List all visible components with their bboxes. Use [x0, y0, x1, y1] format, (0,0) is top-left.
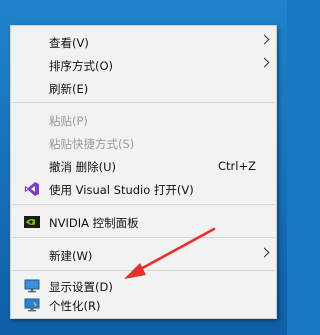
menu-item-paste: 粘贴(P)	[11, 109, 276, 131]
menu-item-label: 显示设置(D)	[49, 280, 113, 294]
menu-item-sort-by[interactable]: 排序方式(O)	[11, 54, 276, 76]
chevron-right-icon	[259, 34, 270, 45]
menu-item-label: NVIDIA 控制面板	[49, 216, 139, 230]
menu-item-shortcut: Ctrl+Z	[218, 159, 256, 173]
menu-item-label: 查看(V)	[49, 36, 89, 50]
display-settings-icon	[24, 279, 40, 293]
visual-studio-icon	[24, 182, 39, 196]
menu-item-undo-delete[interactable]: 撤消 删除(U) Ctrl+Z	[11, 155, 276, 177]
menu-item-refresh[interactable]: 刷新(E)	[11, 77, 276, 99]
chevron-right-icon	[259, 247, 270, 258]
menu-separator	[12, 204, 275, 205]
menu-item-label: 撤消 删除(U)	[49, 160, 117, 174]
menu-item-label: 使用 Visual Studio 打开(V)	[49, 183, 194, 197]
nvidia-icon	[24, 216, 40, 228]
menu-item-view[interactable]: 查看(V)	[11, 31, 276, 53]
menu-separator	[12, 237, 275, 238]
menu-item-label: 新建(W)	[49, 249, 93, 263]
menu-item-nvidia-control-panel[interactable]: NVIDIA 控制面板	[11, 211, 276, 233]
menu-item-personalize[interactable]: 个性化(R)	[11, 294, 276, 316]
chevron-right-icon	[259, 57, 270, 68]
menu-item-open-with-visual-studio[interactable]: 使用 Visual Studio 打开(V)	[11, 178, 276, 200]
menu-separator	[12, 102, 275, 103]
menu-item-label: 粘贴(P)	[49, 114, 88, 128]
menu-item-label: 个性化(R)	[49, 299, 101, 313]
menu-item-label: 粘贴快捷方式(S)	[49, 137, 135, 151]
menu-item-label: 刷新(E)	[49, 82, 89, 96]
menu-separator	[12, 270, 275, 271]
desktop-context-menu: 查看(V) 排序方式(O) 刷新(E) 粘贴(P) 粘贴快捷方式(S) 撤消 删…	[10, 25, 277, 319]
menu-item-new[interactable]: 新建(W)	[11, 244, 276, 266]
personalize-icon	[24, 298, 40, 312]
menu-item-label: 排序方式(O)	[49, 59, 114, 73]
menu-item-paste-shortcut: 粘贴快捷方式(S)	[11, 132, 276, 154]
